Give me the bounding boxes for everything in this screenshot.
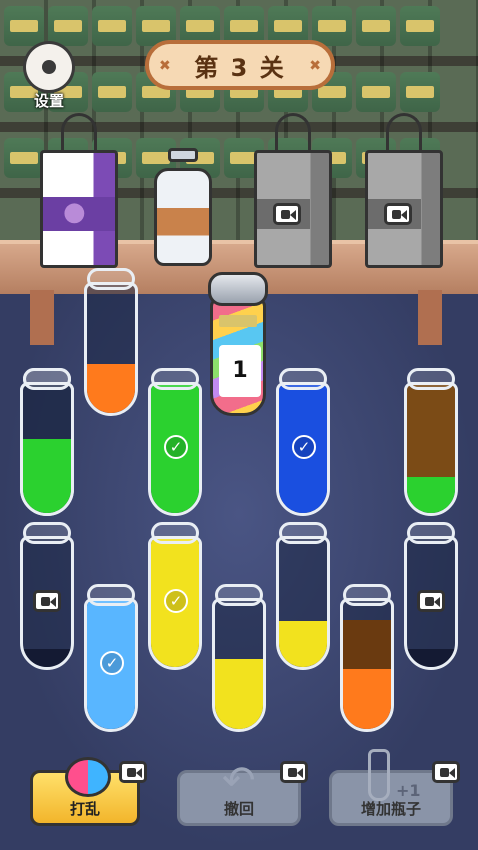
shelf-jar [92, 6, 132, 46]
tube-glass [404, 382, 458, 516]
tube-bottom [407, 649, 455, 667]
liquid-layer [23, 439, 71, 513]
bag-handle [275, 113, 311, 153]
tube[interactable] [20, 368, 74, 516]
tube-neck [23, 522, 71, 544]
check-icon: ✓ [292, 435, 316, 459]
game-scene: 设置 ✖ 第 3 关 ✖ ● 1 ✓ ✓ ✓ ✓ 打乱 ↶ 撤回 +1 增加瓶子 [0, 0, 478, 850]
video-icon [273, 203, 301, 225]
tube-glass: ✓ [148, 382, 202, 516]
video-icon [33, 590, 61, 612]
shelf-jar [4, 6, 44, 46]
video-icon [119, 761, 147, 783]
tube-neck [23, 368, 71, 390]
video-icon [432, 761, 460, 783]
tube-glass [20, 382, 74, 516]
counter-leg [30, 290, 54, 345]
shuffle-icon [65, 757, 111, 797]
check-icon: ✓ [100, 651, 124, 675]
tube[interactable] [276, 522, 330, 670]
add-bottle-button[interactable]: +1 增加瓶子 [329, 749, 460, 826]
bag-handle [386, 113, 422, 153]
shelf-jar [356, 72, 396, 112]
tube[interactable] [212, 584, 266, 732]
tube-neck [151, 368, 199, 390]
bag-handle [61, 113, 97, 153]
liquid-layer [407, 385, 455, 477]
tube[interactable]: ✓ [148, 522, 202, 670]
tube-neck [407, 368, 455, 390]
locked-bag-1[interactable] [254, 113, 332, 268]
tube[interactable] [84, 268, 138, 416]
star-icon: ✖ [159, 58, 171, 74]
liquid-layer [407, 477, 455, 513]
video-icon [417, 590, 445, 612]
tube[interactable]: ✓ [148, 368, 202, 516]
shelf-jar [92, 72, 132, 112]
grape-bag[interactable]: ● [40, 113, 118, 268]
level-banner: ✖ 第 3 关 ✖ [145, 40, 335, 90]
tube[interactable] [20, 522, 74, 670]
liquid-layer [343, 669, 391, 729]
counter-leg [418, 290, 442, 345]
bottle-icon [368, 749, 390, 801]
liquid-layer [279, 621, 327, 667]
bottle-body [154, 168, 212, 266]
magic-bottle-count: 1 [219, 345, 261, 397]
add-bottle-label: 增加瓶子 [360, 800, 421, 818]
shelf-jar [48, 6, 88, 46]
tube[interactable]: ✓ [84, 584, 138, 732]
star-icon: ✖ [309, 58, 321, 74]
bottle-cap [168, 148, 198, 162]
tube[interactable] [404, 368, 458, 516]
settings-button[interactable]: 设置 [22, 44, 76, 114]
shelf-jar [400, 6, 440, 46]
liquid-layer [215, 659, 263, 729]
undo-button[interactable]: ↶ 撤回 [177, 761, 308, 826]
undo-icon: ↶ [222, 758, 256, 804]
shuffle-label: 打乱 [69, 800, 100, 818]
tube-glass: ✓ [84, 598, 138, 732]
gear-icon [26, 44, 72, 90]
level-title: 第 3 关 [194, 53, 286, 82]
check-icon: ✓ [164, 589, 188, 613]
shelf-jar [356, 6, 396, 46]
tube-neck [407, 522, 455, 544]
tube-glass [84, 282, 138, 416]
locked-bag-2[interactable] [365, 113, 443, 268]
tube-glass [340, 598, 394, 732]
undo-label: 撤回 [223, 800, 254, 818]
grape-icon: ● [63, 197, 86, 227]
tube-neck [87, 268, 135, 290]
tube-neck [215, 584, 263, 606]
check-icon: ✓ [164, 435, 188, 459]
tube-neck [151, 522, 199, 544]
tube-neck [87, 584, 135, 606]
tube-glass [276, 536, 330, 670]
liquid-layer [87, 364, 135, 413]
shelf-jar [400, 72, 440, 112]
video-icon [280, 761, 308, 783]
tube[interactable] [340, 584, 394, 732]
tube-bottom [23, 649, 71, 667]
tube-neck [279, 368, 327, 390]
tube-glass: ✓ [148, 536, 202, 670]
liquid-layer [343, 620, 391, 669]
tube-neck [343, 584, 391, 606]
settings-label: 设置 [33, 92, 64, 110]
tube-glass: ✓ [276, 382, 330, 516]
tube-neck [279, 522, 327, 544]
video-icon [384, 203, 412, 225]
tube[interactable] [404, 522, 458, 670]
shuffle-button[interactable]: 打乱 [30, 757, 147, 826]
bottle-lid [208, 272, 268, 306]
shelf-jar [312, 6, 352, 46]
tube[interactable]: ✓ [276, 368, 330, 516]
milk-bottle[interactable] [154, 148, 212, 266]
shelf-jar [4, 138, 44, 178]
rainbow-jar: 1 [210, 298, 266, 416]
magic-bottle[interactable]: 1 [208, 272, 268, 418]
tube-glass [212, 598, 266, 732]
